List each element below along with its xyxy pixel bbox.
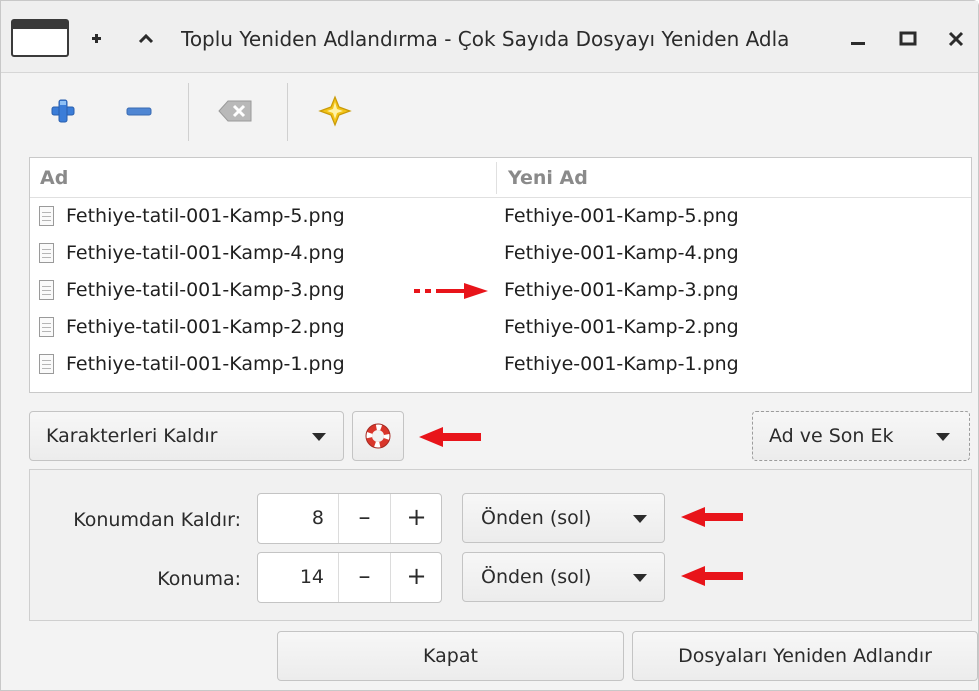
file-row[interactable]: Fethiye-tatil-001-Kamp-3.png Fethiye-001… [30,272,971,309]
remove-files-button[interactable] [117,89,161,133]
file-icon [39,206,54,226]
rename-scope-dropdown[interactable]: Ad ve Son Ek [752,411,970,461]
file-row[interactable]: Fethiye-tatil-001-Kamp-4.png Fethiye-001… [30,235,971,272]
rename-scope-value: Ad ve Son Ek [769,425,894,447]
to-position-side-dropdown[interactable]: Önden (sol) [462,552,665,602]
arrow-left-annotation-icon [419,427,481,447]
toolbar-separator [188,83,189,141]
star-icon [318,95,352,127]
to-position-label: Konuma: [157,568,241,590]
chevron-down-icon [633,515,647,523]
to-position-decrement-button[interactable]: – [338,553,390,602]
remove-from-side-dropdown[interactable]: Önden (sol) [462,493,665,543]
to-position-side-value: Önden (sol) [481,566,592,588]
minimize-button[interactable] [843,23,873,53]
file-icon [39,317,54,337]
chevron-down-icon [936,433,950,441]
file-list-header: Ad Yeni Ad [30,158,971,198]
to-position-value[interactable]: 14 [258,553,336,602]
original-file-name: Fethiye-tatil-001-Kamp-3.png [66,279,345,301]
window-menu-icon[interactable] [11,19,69,57]
dashed-arrow-annotation-icon [414,283,488,299]
chevron-down-icon [633,574,647,582]
toolbar-separator [287,83,288,141]
bulk-rename-window: Toplu Yeniden Adlandırma - Çok Sayıda Do… [0,0,979,691]
original-file-name: Fethiye-tatil-001-Kamp-5.png [66,205,345,227]
close-window-button[interactable] [941,23,971,53]
shade-up-button[interactable] [131,23,161,53]
pin-plus-button[interactable] [81,23,111,53]
file-row[interactable]: Fethiye-tatil-001-Kamp-5.png Fethiye-001… [30,198,971,235]
original-file-name: Fethiye-tatil-001-Kamp-2.png [66,316,345,338]
rename-mode-value: Karakterleri Kaldır [46,425,218,447]
window-title: Toplu Yeniden Adlandırma - Çok Sayıda Do… [181,27,790,51]
remove-from-spinner[interactable]: 8 – + [257,493,442,544]
remove-from-value[interactable]: 8 [258,494,336,543]
file-icon [39,280,54,300]
new-file-name: Fethiye-001-Kamp-3.png [504,279,739,301]
file-icon [39,354,54,374]
title-bar: Toplu Yeniden Adlandırma - Çok Sayıda Do… [1,1,978,73]
new-file-name: Fethiye-001-Kamp-5.png [504,205,739,227]
close-icon [948,31,964,47]
column-header-new-name[interactable]: Yeni Ad [498,158,588,198]
plus-small-icon [92,34,101,43]
original-file-name: Fethiye-tatil-001-Kamp-4.png [66,242,345,264]
maximize-button[interactable] [893,23,923,53]
clear-list-button[interactable] [213,89,257,133]
remove-from-decrement-button[interactable]: – [338,494,390,543]
remove-from-increment-button[interactable]: + [390,494,442,543]
rename-files-button[interactable]: Dosyaları Yeniden Adlandır [632,631,978,681]
file-row[interactable]: Fethiye-tatil-001-Kamp-2.png Fethiye-001… [30,309,971,346]
minus-icon [126,107,152,116]
help-button[interactable] [352,411,404,461]
rename-files-button-label: Dosyaları Yeniden Adlandır [678,645,932,667]
close-button[interactable]: Kapat [277,631,624,681]
close-button-label: Kapat [423,645,478,667]
file-icon [39,243,54,263]
remove-from-label: Konumdan Kaldır: [73,509,241,531]
column-header-name[interactable]: Ad [30,158,68,198]
restore-icon [899,31,917,46]
plus-icon [51,99,75,123]
arrow-left-annotation-icon [681,566,743,586]
to-position-spinner[interactable]: 14 – + [257,552,442,603]
backspace-clear-icon [218,100,252,122]
to-position-increment-button[interactable]: + [390,553,442,602]
remove-from-side-value: Önden (sol) [481,507,592,529]
add-files-button[interactable] [41,89,85,133]
arrow-left-annotation-icon [681,507,743,527]
about-button[interactable] [313,89,357,133]
file-row[interactable]: Fethiye-tatil-001-Kamp-1.png Fethiye-001… [30,346,971,383]
new-file-name: Fethiye-001-Kamp-4.png [504,242,739,264]
new-file-name: Fethiye-001-Kamp-1.png [504,353,739,375]
original-file-name: Fethiye-tatil-001-Kamp-1.png [66,353,345,375]
chevron-down-icon [312,433,326,441]
minimize-icon [851,42,865,45]
file-list[interactable]: Ad Yeni Ad Fethiye-tatil-001-Kamp-5.png … [29,157,972,393]
lifebuoy-icon [365,423,391,449]
column-separator [496,162,497,194]
chevron-up-icon [138,33,154,44]
rename-mode-dropdown[interactable]: Karakterleri Kaldır [29,411,344,461]
new-file-name: Fethiye-001-Kamp-2.png [504,316,739,338]
